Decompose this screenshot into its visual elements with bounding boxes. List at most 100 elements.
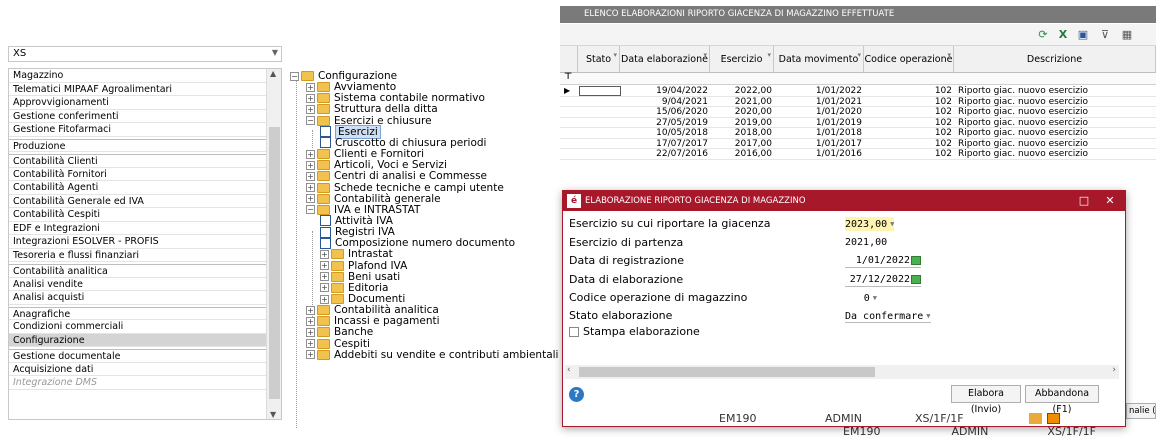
expand-icon[interactable]: + — [306, 316, 315, 326]
registration-date-field[interactable]: 1/01/2022 — [845, 254, 921, 268]
help-icon[interactable]: ? — [569, 387, 584, 402]
scroll-left-icon[interactable]: ‹ — [567, 365, 571, 375]
column-header[interactable]: Data elaborazione ▾ — [620, 46, 710, 73]
table-cell: 15/06/2020 — [656, 107, 708, 117]
table-row[interactable]: ▶ 19/04/2022 2022,00 1/01/2022 102 Riporto gi… — [560, 86, 1156, 97]
sort-menu-icon[interactable]: ▾ — [703, 50, 707, 60]
module-item[interactable]: Telematici MIPAAF Agroalimentari — [9, 83, 267, 96]
monitor-icon[interactable] — [1047, 413, 1060, 424]
run-button[interactable]: Elabora (Invio) — [951, 385, 1021, 415]
module-item[interactable]: Magazzino — [9, 69, 267, 83]
expand-icon[interactable]: + — [306, 149, 315, 159]
module-item[interactable]: Contabilità analitica — [9, 264, 267, 278]
table-row[interactable]: 27/05/2019 2019,00 1/01/2019 102 Riporto gia… — [560, 118, 1156, 128]
sort-menu-icon[interactable]: ▾ — [767, 50, 771, 60]
scroll-right-icon[interactable]: › — [1112, 365, 1116, 375]
chevron-down-icon[interactable]: ▼ — [926, 309, 930, 323]
column-header[interactable]: Descrizione — [954, 46, 1156, 73]
grid-side-button[interactable]: nalie (F7 — [1126, 403, 1156, 419]
sort-menu-icon[interactable]: ▾ — [613, 50, 617, 60]
module-item[interactable]: Analisi acquisti — [9, 291, 267, 305]
module-item[interactable]: Contabilità Agenti — [9, 181, 267, 195]
expand-icon[interactable]: + — [320, 294, 329, 304]
sort-menu-icon[interactable]: ▾ — [947, 50, 951, 60]
column-header[interactable]: Stato ▾ — [578, 46, 620, 73]
expand-icon[interactable]: + — [320, 272, 329, 282]
processing-date-value: 27/12/2022 — [849, 274, 910, 285]
module-item[interactable]: Contabilità Generale ed IVA — [9, 195, 267, 208]
hscroll-thumb[interactable] — [579, 367, 875, 377]
module-list-scrollbar[interactable]: ▲ ▼ — [266, 69, 281, 419]
operation-code-field[interactable]: 0 ▼ — [845, 291, 877, 305]
collapse-icon[interactable]: − — [306, 205, 315, 215]
close-icon[interactable]: ✕ — [1097, 191, 1123, 211]
table-row[interactable]: 9/04/2021 2021,00 1/01/2021 102 Riporto giac… — [560, 97, 1156, 107]
excel-icon[interactable]: X — [1056, 28, 1070, 42]
expand-icon[interactable]: + — [306, 305, 315, 315]
table-row[interactable]: 15/06/2020 2020,00 1/01/2020 102 Riporto gia… — [560, 107, 1156, 118]
expand-icon[interactable]: + — [306, 104, 315, 114]
folder-icon[interactable] — [1029, 413, 1042, 424]
status-select[interactable]: Da confermare ▼ — [845, 309, 931, 323]
module-item[interactable]: Gestione Fitofarmaci — [9, 123, 267, 137]
refresh-icon[interactable]: ⟳ — [1036, 28, 1050, 42]
module-item[interactable]: Produzione — [9, 138, 267, 152]
module-item[interactable]: Approvvigionamenti — [9, 96, 267, 110]
calendar-icon[interactable] — [911, 255, 921, 265]
export-icon[interactable]: ▣ — [1076, 28, 1090, 42]
expand-icon[interactable]: + — [306, 93, 315, 103]
chevron-down-icon[interactable]: ▼ — [890, 217, 894, 231]
table-row[interactable]: 10/05/2018 2018,00 1/01/2018 102 Riporto gia… — [560, 128, 1156, 139]
module-item[interactable]: Contabilità Clienti — [9, 154, 267, 168]
table-row[interactable]: 22/07/2016 2016,00 1/01/2016 102 Riporto gia… — [560, 149, 1156, 160]
module-item[interactable]: Configurazione — [9, 333, 267, 347]
maximize-icon[interactable]: □ — [1071, 191, 1097, 211]
expand-icon[interactable]: + — [306, 183, 315, 192]
tree-node[interactable]: + Addebiti su vendite e contributi ambien… — [306, 349, 558, 361]
columns-icon[interactable]: ▦ — [1120, 28, 1134, 42]
expand-icon[interactable]: + — [306, 82, 315, 92]
processing-date-field[interactable]: 27/12/2022 — [845, 273, 921, 287]
expand-icon[interactable]: + — [320, 249, 329, 259]
collapse-icon[interactable]: − — [306, 116, 315, 126]
module-item[interactable]: Anagrafiche — [9, 306, 267, 320]
chevron-down-icon[interactable]: ▼ — [873, 291, 877, 305]
chevron-down-icon[interactable]: ▼ — [272, 48, 278, 57]
scroll-up-icon[interactable]: ▲ — [270, 69, 276, 78]
module-item[interactable]: Acquisizione dati — [9, 363, 267, 376]
expand-icon[interactable]: + — [306, 160, 315, 170]
module-item[interactable]: Gestione documentale — [9, 349, 267, 363]
scroll-thumb[interactable] — [269, 127, 280, 399]
module-item[interactable]: Tesoreria e flussi finanziari — [9, 249, 267, 262]
sort-menu-icon[interactable]: ▾ — [857, 50, 861, 60]
expand-icon[interactable]: + — [320, 283, 329, 293]
table-row[interactable]: 17/07/2017 2017,00 1/01/2017 102 Riporto gia… — [560, 139, 1156, 149]
dialog-hscrollbar[interactable]: ‹ › — [565, 365, 1119, 379]
expand-icon[interactable]: + — [306, 327, 315, 337]
module-item[interactable]: Integrazioni ESOLVER - PROFIS — [9, 235, 267, 249]
collapse-icon[interactable]: − — [290, 71, 299, 81]
expand-icon[interactable]: + — [320, 261, 329, 271]
module-item[interactable]: Contabilità Fornitori — [9, 168, 267, 181]
expand-icon[interactable]: + — [306, 194, 315, 204]
expand-icon[interactable]: + — [306, 339, 315, 349]
grid-filter-row[interactable]: ⊤ — [560, 72, 1156, 85]
filter-icon[interactable]: ⊽ — [1098, 28, 1112, 42]
expand-icon[interactable]: + — [306, 350, 315, 360]
column-header[interactable]: Codice operazione ▾ — [864, 46, 954, 73]
column-header[interactable]: Esercizio ▾ — [710, 46, 774, 73]
module-item[interactable]: Condizioni commerciali — [9, 320, 267, 334]
abort-button[interactable]: Abbandona (F1) — [1025, 385, 1099, 415]
module-item[interactable]: Integrazione DMS — [9, 376, 267, 390]
expand-icon[interactable]: + — [306, 171, 315, 181]
calendar-icon[interactable] — [911, 274, 921, 284]
module-item[interactable]: Gestione conferimenti — [9, 110, 267, 123]
target-year-field[interactable]: 2023,00 ▼ — [845, 217, 895, 231]
column-header[interactable]: Data movimento ▾ — [774, 46, 864, 73]
module-item[interactable]: EDF e Integrazioni — [9, 222, 267, 235]
module-item[interactable]: Contabilità Cespiti — [9, 208, 267, 222]
company-select[interactable]: XS ▼ — [8, 46, 282, 62]
print-checkbox[interactable] — [569, 327, 579, 337]
module-item[interactable]: Analisi vendite — [9, 278, 267, 291]
scroll-down-icon[interactable]: ▼ — [270, 410, 276, 419]
